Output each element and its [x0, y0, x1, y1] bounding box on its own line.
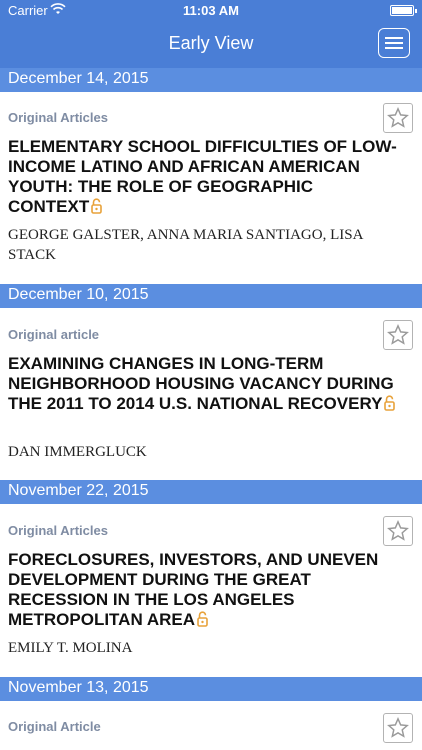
article-category: Original Articles	[8, 110, 108, 125]
favorite-star-button[interactable]	[383, 516, 413, 546]
article-title-text: FORECLOSURES, INVESTORS, AND UNEVEN DEVE…	[8, 550, 379, 629]
battery-icon	[390, 5, 417, 16]
star-icon	[387, 717, 409, 738]
favorite-star-button[interactable]	[383, 103, 413, 133]
article-authors: GEORGE GALSTER, ANNA MARIA SANTIAGO, LIS…	[8, 227, 363, 263]
article-category: Original article	[8, 327, 100, 342]
article-title[interactable]: ELEMENTARY SCHOOL DIFFICULTIES OF LOW-IN…	[8, 137, 398, 217]
status-time: 11:03 AM	[183, 3, 239, 18]
article-title[interactable]: FORECLOSURES, INVESTORS, AND UNEVEN DEVE…	[8, 550, 398, 630]
favorite-star-button[interactable]	[383, 320, 413, 350]
article-authors: EMILY T. MOLINA	[8, 640, 133, 656]
article-category: Original Article	[8, 719, 101, 734]
status-bar: Carrier 11:03 AM	[0, 0, 422, 22]
hamburger-menu-icon[interactable]	[378, 28, 410, 58]
star-icon	[387, 520, 409, 541]
favorite-star-button[interactable]	[383, 713, 413, 743]
article-category: Original Articles	[8, 523, 108, 538]
article-title-text: ELEMENTARY SCHOOL DIFFICULTIES OF LOW-IN…	[8, 137, 397, 216]
article-title[interactable]: EXAMINING CHANGES IN LONG-TERM NEIGHBORH…	[8, 354, 398, 414]
date-section-header: November 22, 2015	[0, 480, 422, 504]
open-access-lock-icon	[197, 611, 208, 627]
open-access-lock-icon	[384, 395, 396, 411]
article-title-text: EXAMINING CHANGES IN LONG-TERM NEIGHBORH…	[8, 354, 394, 413]
page-title: Early View	[168, 33, 254, 53]
navigation-bar: Carrier 11:03 AM Early View	[0, 0, 422, 68]
date-section-header: December 10, 2015	[0, 284, 422, 308]
date-section-header: December 14, 2015	[0, 68, 422, 92]
article-authors: DAN IMMERGLUCK	[8, 444, 147, 460]
date-section-header: November 13, 2015	[0, 677, 422, 701]
star-icon	[387, 324, 409, 345]
open-access-lock-icon	[91, 198, 103, 214]
star-icon	[387, 107, 409, 128]
